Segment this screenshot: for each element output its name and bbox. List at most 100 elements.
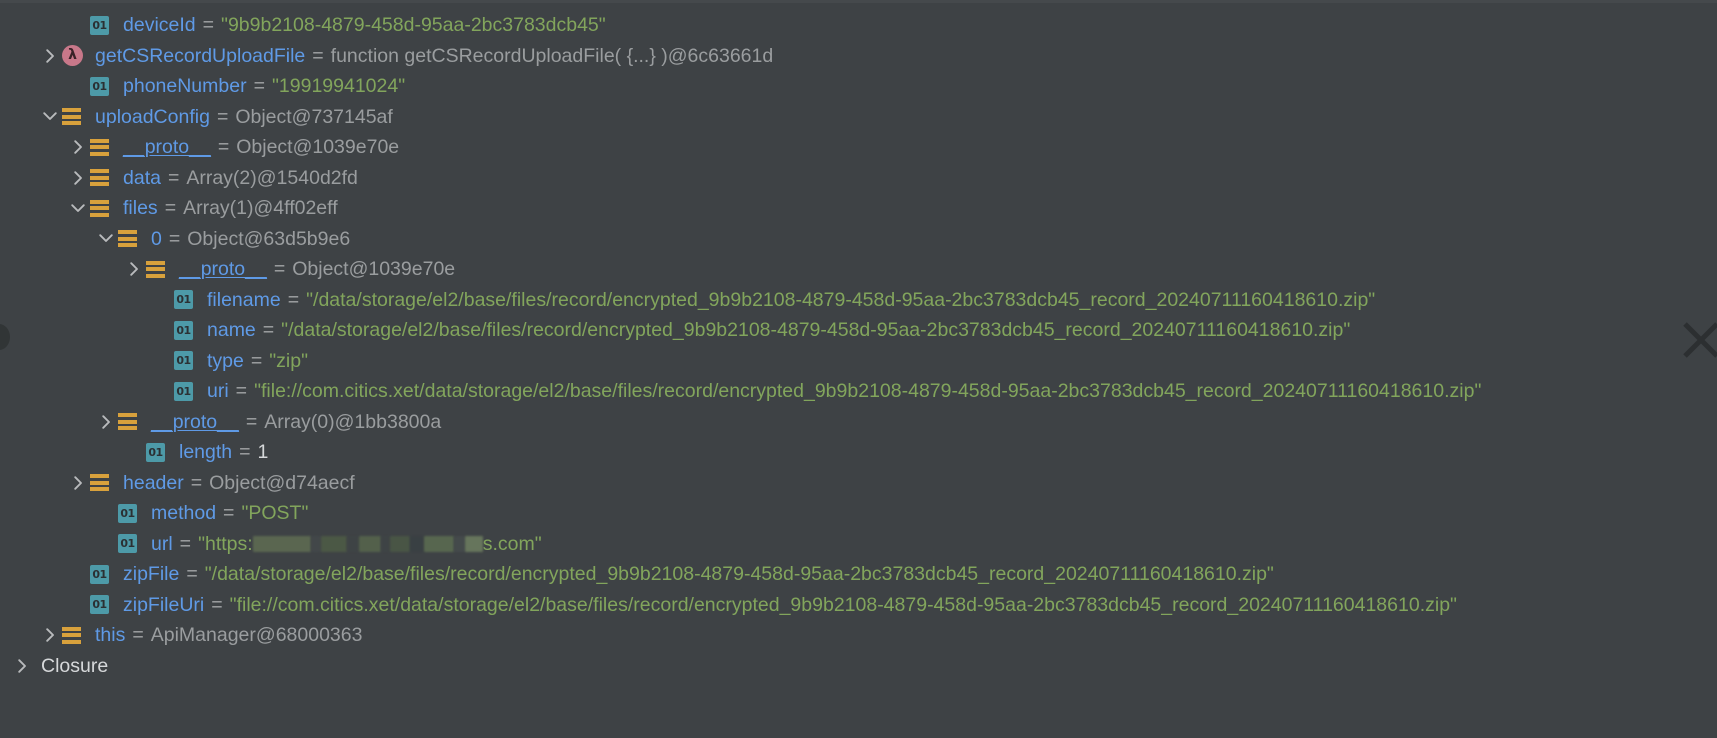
equals-sign: = [132,624,144,646]
lambda-glyph: λ [62,45,83,67]
variable-row[interactable]: 01 method = "POST" [0,498,1717,529]
primitive-01-icon: 01 [118,534,144,554]
variable-row[interactable]: uploadConfig = Object@737145af [0,102,1717,133]
chevron-right-icon[interactable] [94,414,118,430]
variable-name: __proto__ [151,410,239,433]
variable-row[interactable]: 01 zipFile = "/data/storage/el2/base/files/… [0,559,1717,590]
chevron-down-icon[interactable] [38,111,62,122]
chevron-right-icon[interactable] [38,48,62,64]
object-icon [146,260,172,279]
object-icon [90,168,116,187]
variable-value: Array(1)@4ff02eff [183,197,338,219]
variable-name: uploadConfig [95,105,210,128]
variable-name: zipFileUri [123,593,205,616]
variable-row[interactable]: 01 zipFileUri = "file://com.citics.xet/data… [0,590,1717,621]
redacted-block [389,535,410,552]
variable-row[interactable]: 01 uri = "file://com.citics.xet/data/storag… [0,376,1717,407]
variable-row[interactable]: Closure [0,651,1717,682]
redacted-block [423,535,454,552]
variable-row[interactable]: 01 url = "https: s.com" [0,529,1717,560]
variable-name: zipFile [123,563,180,585]
object-stripes [90,199,109,218]
object-icon [90,138,116,157]
variable-name: 0 [151,227,162,250]
variable-name: url [151,532,173,555]
object-stripes [118,229,137,248]
variable-row[interactable]: λ getCSRecordUploadFile = function getCSRec… [0,41,1717,72]
redacted-block [464,535,483,552]
equals-sign: = [287,288,300,311]
variable-name: __proto__ [179,258,267,280]
chevron-right-icon[interactable] [66,170,90,186]
variable-name: length [179,441,233,463]
primitive-01-icon: 01 [90,15,116,35]
primitive-01-icon: 01 [90,595,116,615]
variable-name: uri [207,380,229,402]
redacted-block [453,535,465,552]
equals-sign: = [250,349,263,372]
equals-sign: = [186,563,198,585]
redacted-url-blocks [252,529,483,560]
object-icon [62,107,88,126]
object-stripes [90,138,109,157]
object-stripes [90,473,109,492]
equals-sign: = [211,593,223,616]
redacted-block [346,535,359,552]
variable-name: data [123,166,161,189]
variable-name: phoneNumber [123,75,247,97]
variable-row[interactable]: data = Array(2)@1540d2fd [0,163,1717,194]
variable-row[interactable]: files = Array(1)@4ff02eff [0,193,1717,224]
equals-sign: = [239,441,251,463]
variable-value: "/data/storage/el2/base/files/record/enc… [306,288,1376,311]
equals-sign: = [179,532,192,555]
redacted-block [252,535,311,552]
variable-row[interactable]: 01 deviceId = "9b9b2108-4879-458d-95aa-2bc3… [0,10,1717,41]
variable-name: getCSRecordUploadFile [95,44,306,67]
variable-value: "19919941024" [271,75,406,97]
variables-tree[interactable]: 01 deviceId = "9b9b2108-4879-458d-95aa-2bc3… [0,10,1717,681]
primitive-badge: 01 [90,595,109,615]
primitive-badge: 01 [118,534,137,554]
variable-row[interactable]: 01 filename = "/data/storage/el2/base/files… [0,285,1717,316]
variable-row[interactable]: __proto__ = Object@1039e70e [0,132,1717,163]
primitive-01-icon: 01 [146,442,172,462]
variable-row[interactable]: 01 phoneNumber = "19919941024" [0,71,1717,102]
variable-name: files [123,197,158,219]
object-icon [118,229,144,248]
equals-sign: = [235,380,248,402]
chevron-right-icon[interactable] [66,475,90,491]
panel-top-divider [0,0,1717,3]
chevron-right-icon[interactable] [66,139,90,155]
variable-value: "/data/storage/el2/base/files/record/enc… [204,563,1274,585]
object-icon [62,626,88,645]
variable-value: ApiManager@68000363 [150,624,363,646]
variable-row[interactable]: 0 = Object@63d5b9e6 [0,224,1717,255]
variable-name: name [207,319,256,341]
equals-sign: = [167,166,180,189]
chevron-right-icon[interactable] [38,627,62,643]
variable-row[interactable]: __proto__ = Object@1039e70e [0,254,1717,285]
equals-sign: = [202,14,215,36]
chevron-down-icon[interactable] [94,233,118,244]
variable-value: "9b9b2108-4879-458d-95aa-2bc3783dcb45" [221,14,606,36]
variable-row[interactable]: 01 name = "/data/storage/el2/base/files/rec… [0,315,1717,346]
variable-value: Array(2)@1540d2fd [186,166,358,189]
equals-sign: = [245,410,258,433]
primitive-01-icon: 01 [90,76,116,96]
variable-name: __proto__ [123,136,211,158]
primitive-badge: 01 [90,15,109,35]
primitive-badge: 01 [174,381,193,401]
redacted-block [310,535,321,552]
variable-row[interactable]: __proto__ = Array(0)@1bb3800a [0,407,1717,438]
variable-value: Object@1039e70e [236,136,400,158]
equals-sign: = [223,502,235,524]
chevron-right-icon[interactable] [122,261,146,277]
variable-row[interactable]: this = ApiManager@68000363 [0,620,1717,651]
chevron-down-icon[interactable] [66,203,90,214]
variable-row[interactable]: 01 length = 1 [0,437,1717,468]
redacted-block [358,535,381,552]
chevron-right-icon[interactable] [10,658,34,674]
variable-row[interactable]: 01 type = "zip" [0,346,1717,377]
variable-row[interactable]: header = Object@d74aecf [0,468,1717,499]
variable-value: Object@d74aecf [209,471,355,494]
